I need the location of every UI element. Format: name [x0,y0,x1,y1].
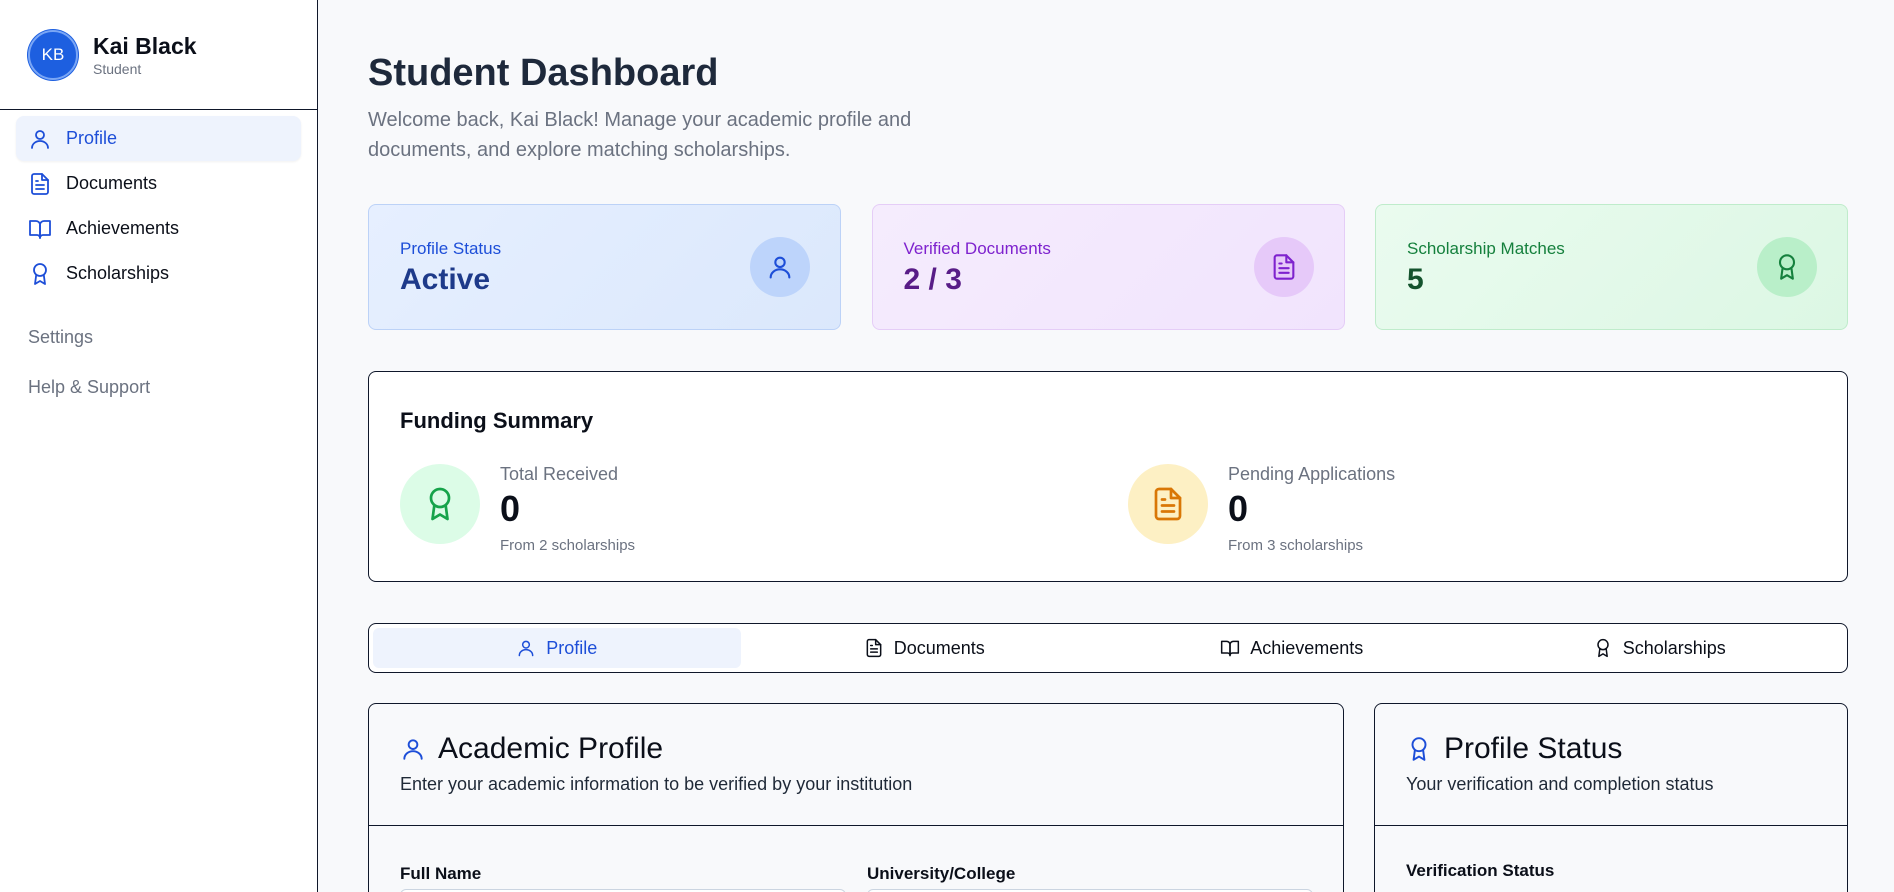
tab-label: Achievements [1250,637,1364,658]
dashboard-tabs: Profile Documents Achievements Scholarsh… [368,623,1848,673]
academic-profile-card: Academic Profile Enter your academic inf… [368,703,1344,892]
sidebar-item-scholarships[interactable]: Scholarships [16,251,301,296]
sidebar-item-label: Achievements [66,218,180,238]
funding-note: From 2 scholarships [500,537,636,554]
sidebar-nav: Profile Documents Achievements Scholarsh… [0,110,317,296]
card-title: Profile Status [1444,732,1623,765]
sidebar-item-label: Profile [66,128,118,148]
funding-pending-applications: Pending Applications 0 From 3 scholarshi… [1128,464,1395,554]
card-description: Enter your academic information to be ve… [400,774,913,794]
funding-icon-circle [1128,464,1208,544]
award-icon [1411,737,1427,761]
funding-value: 0 [500,488,521,529]
page-title: Student Dashboard [368,52,719,94]
user-role: Student [93,60,142,77]
sidebar-item-documents[interactable]: Documents [16,161,301,206]
stat-card-scholarship-matches: Scholarship Matches 5 [1375,204,1848,330]
tab-label: Scholarships [1622,637,1726,658]
avatar-initials: KB [41,44,65,64]
award-icon [1596,638,1609,658]
funding-value: 0 [1228,488,1249,529]
tab-label: Documents [893,637,985,658]
sidebar-item-help[interactable]: Help & Support [28,362,317,412]
card-title: Academic Profile [438,732,664,765]
award-icon [429,487,451,521]
book-open-icon [29,219,51,239]
full-name-label: Full Name [400,864,482,883]
avatar[interactable]: KB [28,29,78,80]
profile-status-card: Profile Status Your verification and com… [1374,703,1848,892]
tab-achievements[interactable]: Achievements [1108,628,1476,668]
file-text-icon [31,172,49,195]
card-description: Your verification and completion status [1406,774,1714,794]
file-text-icon [1154,487,1182,521]
sidebar: KB Kai Black Student Profile Documents A… [0,0,318,892]
file-text-icon [1273,254,1294,280]
university-label: University/College [867,864,1016,883]
funding-total-received: Total Received 0 From 2 scholarships [400,464,635,554]
stat-icon-circle [1253,237,1314,297]
tab-profile[interactable]: Profile [373,628,741,668]
award-icon [33,262,47,285]
tab-scholarships[interactable]: Scholarships [1476,628,1844,668]
user-header: KB Kai Black Student [0,0,317,110]
tab-documents[interactable]: Documents [741,628,1109,668]
stat-icon-circle [1757,237,1817,297]
funding-icon-circle [400,464,480,544]
book-open-icon [1221,640,1240,657]
sidebar-item-label: Scholarships [66,263,170,283]
file-text-icon [866,638,882,658]
user-icon [403,739,423,760]
card-header: Profile Status Your verification and com… [1375,704,1847,826]
funding-summary-card: Funding Summary Total Received 0 From 2 … [368,371,1848,582]
user-icon [31,129,49,149]
user-icon [769,256,791,279]
sidebar-item-achievements[interactable]: Achievements [16,206,301,251]
sidebar-item-profile[interactable]: Profile [16,116,301,161]
stat-icon-circle [750,237,810,297]
stat-card-verified-documents: Verified Documents 2 / 3 [871,204,1345,330]
stat-card-profile-status: Profile Status Active [368,204,841,330]
funding-note: From 3 scholarships [1228,537,1364,554]
card-header: Academic Profile Enter your academic inf… [369,704,1343,826]
sidebar-item-label: Documents [66,173,158,193]
funding-label: Pending Applications [1228,464,1396,484]
tab-label: Profile [546,637,598,658]
award-icon [1778,254,1796,280]
verification-status-label: Verification Status [1406,861,1555,880]
sidebar-secondary: Settings Help & Support [0,312,317,412]
funding-label: Total Received [500,464,619,484]
user-name: Kai Black [93,32,197,59]
funding-title: Funding Summary [400,408,594,433]
sidebar-item-settings[interactable]: Settings [28,312,317,362]
user-icon [518,640,534,657]
page-subtitle: Welcome back, Kai Black! Manage your aca… [368,109,912,161]
stats-row: Profile Status Active Verified Documents… [368,204,1848,330]
